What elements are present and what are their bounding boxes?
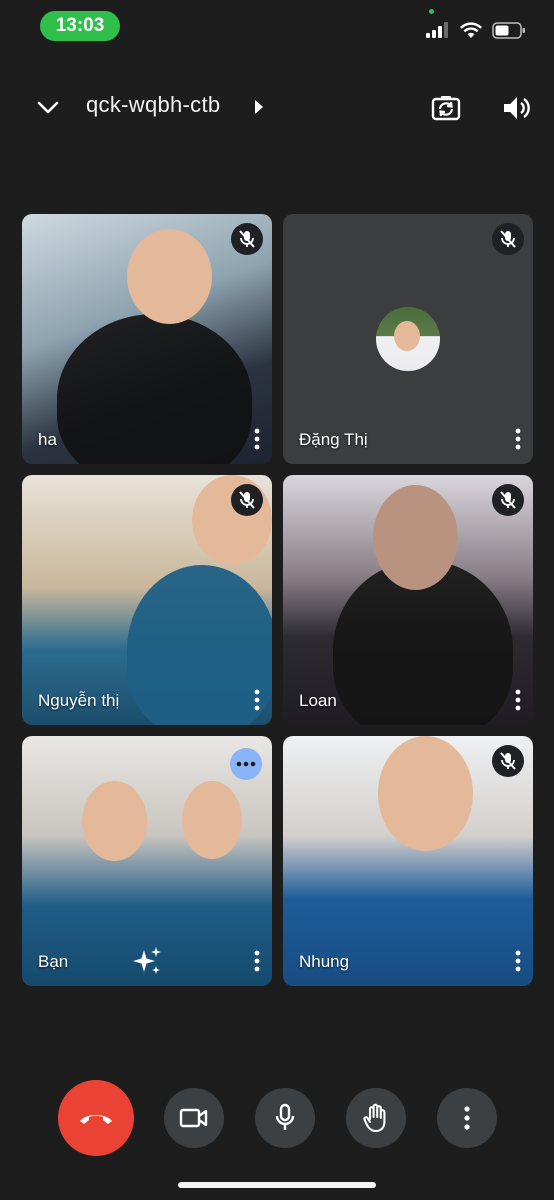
muted-badge	[231, 484, 263, 516]
participant-name: Loan	[299, 691, 337, 710]
status-icons	[426, 17, 526, 43]
speaker-icon[interactable]	[500, 92, 532, 124]
switch-camera-icon[interactable]	[430, 92, 462, 124]
muted-badge	[492, 223, 524, 255]
muted-badge	[492, 484, 524, 516]
battery-icon	[492, 21, 525, 39]
sparkle-effects-icon[interactable]	[130, 944, 164, 978]
microphone-button[interactable]	[255, 1088, 315, 1148]
avatar	[376, 307, 440, 371]
self-options-badge[interactable]	[230, 748, 262, 780]
participant-name: ha	[38, 430, 57, 449]
participant-name: Đặng Thị	[299, 430, 368, 449]
participant-video	[57, 314, 252, 464]
participant-tile[interactable]: Nhung	[283, 736, 533, 986]
call-controls	[0, 1080, 554, 1156]
home-indicator[interactable]	[178, 1182, 376, 1188]
participant-name: Nhung	[299, 952, 350, 971]
more-vert-icon[interactable]	[511, 426, 525, 452]
raise-hand-button[interactable]	[346, 1088, 406, 1148]
participant-tile[interactable]: Nguyễn thị	[22, 475, 272, 725]
mic-off-icon	[239, 230, 255, 248]
status-time: 13:03	[40, 11, 120, 41]
play-triangle-icon[interactable]	[253, 99, 265, 115]
avatar-face	[394, 321, 420, 351]
more-options-button[interactable]	[437, 1088, 497, 1148]
more-vert-icon	[464, 1106, 470, 1130]
meeting-code[interactable]: qck-wqbh-ctb	[86, 92, 220, 118]
camera-button[interactable]	[164, 1088, 224, 1148]
participant-tile[interactable]: Đặng Thị	[283, 214, 533, 464]
participant-tile[interactable]: Bạn	[22, 736, 272, 986]
mic-off-icon	[239, 491, 255, 509]
participant-face	[127, 229, 212, 324]
more-vert-icon[interactable]	[250, 687, 264, 713]
wifi-icon	[460, 21, 482, 38]
raise-hand-icon	[363, 1103, 386, 1133]
mic-off-icon	[500, 230, 516, 248]
muted-badge	[492, 745, 524, 777]
participant-name: Nguyễn thị	[38, 691, 120, 710]
end-call-icon	[80, 1115, 112, 1124]
muted-badge	[231, 223, 263, 255]
cellular-signal-icon	[426, 22, 448, 38]
more-vert-icon[interactable]	[250, 948, 264, 974]
participant-face	[82, 781, 147, 861]
end-call-button[interactable]	[58, 1080, 134, 1156]
camera-icon	[179, 1108, 208, 1128]
microphone-icon	[275, 1103, 295, 1130]
mic-off-icon	[500, 491, 516, 509]
camera-indicator-dot	[429, 9, 434, 14]
participant-name: Bạn	[38, 952, 69, 971]
participant-face	[373, 485, 458, 590]
participant-tile[interactable]: ha	[22, 214, 272, 464]
participant-face	[378, 736, 473, 851]
chevron-down-icon[interactable]	[34, 94, 62, 122]
meeting-header: qck-wqbh-ctb	[0, 80, 554, 136]
mic-off-icon	[500, 752, 516, 770]
more-vert-icon[interactable]	[511, 948, 525, 974]
more-vert-icon[interactable]	[250, 426, 264, 452]
participant-face	[182, 781, 242, 859]
participant-tile[interactable]: Loan	[283, 475, 533, 725]
more-vert-icon[interactable]	[511, 687, 525, 713]
more-horiz-icon	[236, 761, 256, 767]
participant-face	[192, 475, 272, 565]
